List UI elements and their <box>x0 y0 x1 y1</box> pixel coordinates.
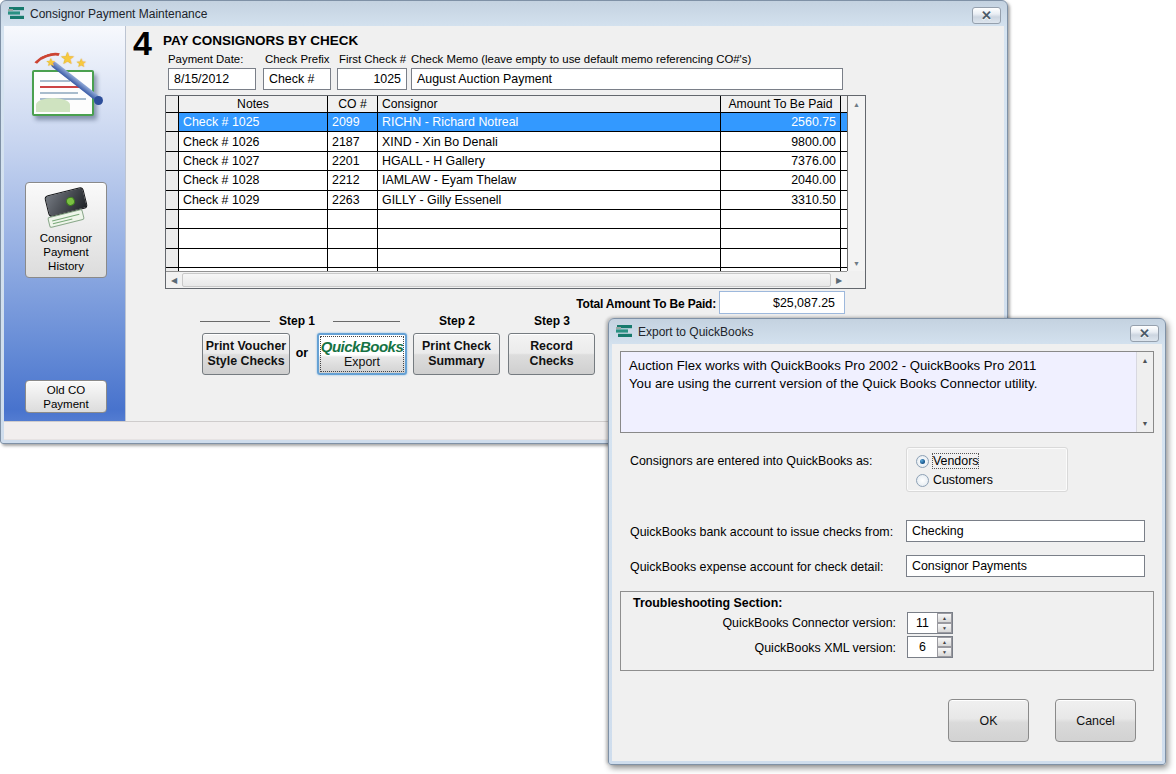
scroll-down-icon[interactable]: ▼ <box>848 255 865 271</box>
check-wizard-icon: ★ ★ ★ <box>30 54 102 126</box>
table-row[interactable]: Check # 1025 2099 RICHN - Richard Notrea… <box>166 113 847 132</box>
dialog-titlebar[interactable]: Export to QuickBooks ✕ <box>612 319 1162 344</box>
connector-version-label: QuickBooks Connector version: <box>681 616 896 630</box>
xml-version-label: QuickBooks XML version: <box>681 641 896 655</box>
infobox-scroll-down-icon[interactable]: ▼ <box>1138 416 1152 431</box>
customers-radio-label: Customers <box>933 473 993 487</box>
ok-button[interactable]: OK <box>948 699 1029 742</box>
table-row[interactable]: Check # 1026 2187 XIND - Xin Bo Denali 9… <box>166 132 847 151</box>
old-co-payment-button[interactable]: Old CO Payment <box>25 380 107 413</box>
customers-radio[interactable] <box>916 474 929 487</box>
xml-version-spinner[interactable]: 6 ▲▼ <box>907 636 953 658</box>
app-icon <box>8 6 25 21</box>
col-amount[interactable]: Amount To Be Paid <box>721 96 841 112</box>
table-header: Notes CO # Consignor Amount To Be Paid <box>166 96 847 113</box>
table-row[interactable]: Check # 1029 2263 GILLY - Gilly Essenell… <box>166 191 847 210</box>
main-close-button[interactable]: ✕ <box>972 7 1001 24</box>
info-line2: You are using the current version of the… <box>629 375 1129 393</box>
table-row[interactable]: Check # 1027 2201 HGALL - H Gallery 7376… <box>166 152 847 171</box>
hscroll-thumb[interactable] <box>182 273 831 287</box>
dialog-title: Export to QuickBooks <box>638 325 753 339</box>
first-check-label: First Check # <box>339 53 406 65</box>
page-heading: PAY CONSIGNORS BY CHECK <box>163 33 358 48</box>
expense-account-input[interactable]: Consignor Payments <box>906 555 1145 577</box>
history-button-label: Consignor Payment History <box>26 231 106 273</box>
dialog-close-button[interactable]: ✕ <box>1130 325 1159 342</box>
step3-label: Step 3 <box>522 314 582 328</box>
payments-table: Notes CO # Consignor Amount To Be Paid <box>165 95 866 289</box>
consignor-type-radio-group: Vendors Customers <box>906 447 1068 492</box>
col-notes[interactable]: Notes <box>179 96 328 112</box>
check-prefix-input[interactable]: Check # <box>263 68 331 90</box>
table-row[interactable] <box>166 229 847 248</box>
dialog-close-icon: ✕ <box>1139 326 1150 341</box>
customers-radio-row[interactable]: Customers <box>916 473 993 487</box>
payment-date-label: Payment Date: <box>168 53 243 65</box>
scroll-up-icon[interactable]: ▲ <box>848 96 865 112</box>
col-consignor[interactable]: Consignor <box>378 96 721 112</box>
expense-account-label: QuickBooks expense account for check det… <box>630 560 883 574</box>
print-voucher-button[interactable]: Print Voucher Style Checks <box>202 333 290 375</box>
table-horizontal-scrollbar[interactable]: ◀ ▶ <box>166 271 847 288</box>
quickbooks-export-button[interactable]: QuickBooks Export <box>317 333 407 375</box>
step-number: 4 <box>133 26 152 63</box>
main-titlebar[interactable]: Consignor Payment Maintenance ✕ <box>4 1 1004 26</box>
total-value: $25,087.25 <box>719 291 845 314</box>
quickbooks-info-box: Auction Flex works with QuickBooks Pro 2… <box>620 351 1154 433</box>
check-prefix-label: Check Prefix <box>265 53 330 65</box>
row-indicator-header <box>166 96 179 112</box>
check-memo-input[interactable]: August Auction Payment <box>411 68 843 90</box>
export-dialog: Export to QuickBooks ✕ Auction Flex work… <box>608 318 1166 765</box>
chequebook-icon <box>42 189 90 229</box>
infobox-scroll-up-icon[interactable]: ▲ <box>1138 353 1152 368</box>
consignor-payment-history-button[interactable]: Consignor Payment History <box>25 182 107 278</box>
payment-date-input[interactable]: 8/15/2012 <box>168 68 256 90</box>
connector-version-spinner[interactable]: 11 ▲▼ <box>907 612 953 634</box>
step1-label: Step 1 <box>267 314 327 328</box>
connector-spin-up-icon[interactable]: ▲ <box>937 613 952 623</box>
table-vertical-scrollbar[interactable]: ▲ ▼ <box>847 96 865 271</box>
table-row[interactable]: Check # 1028 2212 IAMLAW - Eyam Thelaw 2… <box>166 171 847 190</box>
check-memo-label: Check Memo (leave empty to use default m… <box>411 53 751 65</box>
col-co[interactable]: CO # <box>328 96 378 112</box>
total-label: Total Amount To Be Paid: <box>506 297 716 311</box>
troubleshooting-groupbox: Troubleshooting Section: QuickBooks Conn… <box>620 591 1154 671</box>
print-check-summary-button[interactable]: Print Check Summary <box>413 333 500 375</box>
cancel-button[interactable]: Cancel <box>1055 699 1136 742</box>
table-row[interactable] <box>166 249 847 268</box>
vendors-radio-row[interactable]: Vendors <box>916 454 978 468</box>
record-checks-button[interactable]: Record Checks <box>508 333 595 375</box>
bank-account-label: QuickBooks bank account to issue checks … <box>630 525 893 539</box>
vendors-radio[interactable] <box>916 455 929 468</box>
step2-label: Step 2 <box>427 314 487 328</box>
vendors-radio-label: Vendors <box>933 454 978 468</box>
dialog-app-icon <box>616 324 633 339</box>
scroll-right-icon[interactable]: ▶ <box>831 272 847 288</box>
oldco-button-label: Old CO Payment <box>43 383 88 411</box>
table-row[interactable] <box>166 210 847 229</box>
scroll-left-icon[interactable]: ◀ <box>166 272 182 288</box>
bank-account-input[interactable]: Checking <box>906 520 1145 542</box>
xml-spin-up-icon[interactable]: ▲ <box>937 637 952 647</box>
xml-spin-down-icon[interactable]: ▼ <box>937 647 952 657</box>
or-label: or <box>289 346 315 360</box>
sidebar: ★ ★ ★ Consignor Payment History Old CO P… <box>4 26 126 421</box>
consignor-type-label: Consignors are entered into QuickBooks a… <box>630 454 872 468</box>
main-window-title: Consignor Payment Maintenance <box>30 7 207 21</box>
troubleshooting-title: Troubleshooting Section: <box>633 596 782 610</box>
first-check-input[interactable]: 1025 <box>337 68 407 90</box>
infobox-scrollbar[interactable]: ▲ ▼ <box>1136 352 1153 432</box>
close-icon: ✕ <box>981 8 992 23</box>
info-line1: Auction Flex works with QuickBooks Pro 2… <box>629 357 1129 375</box>
connector-spin-down-icon[interactable]: ▼ <box>937 623 952 633</box>
